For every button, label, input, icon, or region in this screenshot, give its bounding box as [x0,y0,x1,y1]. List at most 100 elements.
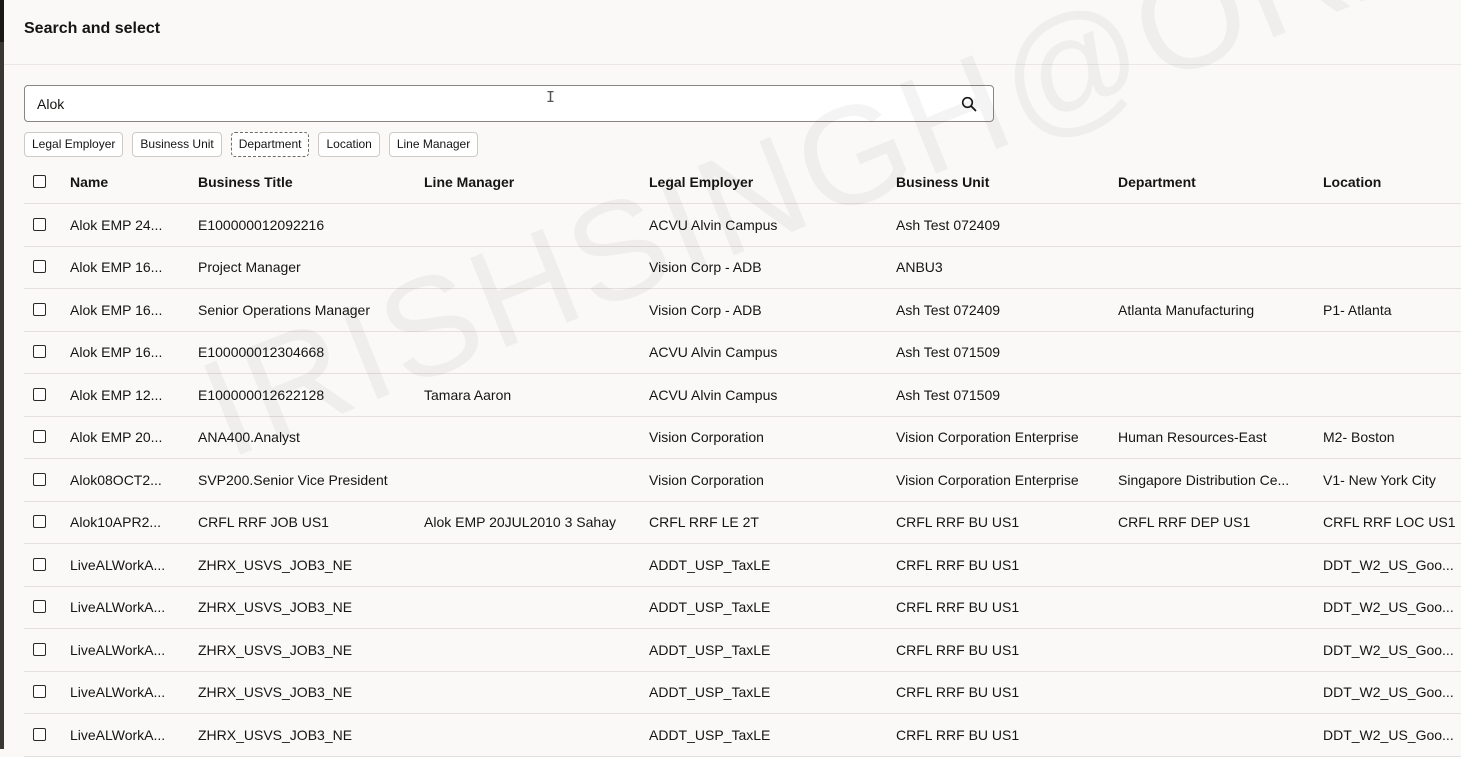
row-checkbox[interactable] [33,515,46,529]
search-input[interactable] [37,94,937,114]
table-row[interactable]: LiveALWorkA... ZHRX_USVS_JOB3_NE ADDT_USP_… [24,672,1461,714]
cell-legal-employer: ACVU Alvin Campus [649,344,778,361]
cell-business-unit: Ash Test 071509 [896,344,1001,361]
cell-business-unit: CRFL RRF BU US1 [896,599,1020,616]
cell-department [1118,629,1318,671]
cell-department: CRFL RRF DEP US1 [1118,514,1251,531]
cell-line-manager [424,204,644,246]
table-header-row: Name Business Title Line Manager Legal E… [24,160,1461,204]
row-checkbox[interactable] [33,302,46,316]
row-checkbox[interactable] [33,557,46,571]
window-edge [0,0,4,749]
dialog-title: Search and select [24,20,161,37]
cell-department: Human Resources-East [1118,429,1267,446]
cell-line-manager: Tamara Aaron [424,386,512,403]
cell-business-unit: CRFL RRF BU US1 [896,556,1020,573]
cell-legal-employer: ADDT_USP_TaxLE [649,726,771,743]
cell-department [1118,587,1318,629]
cell-business-title: SVP200.Senior Vice President [198,471,388,488]
row-checkbox[interactable] [33,472,46,486]
cell-name: LiveALWorkA... [70,641,166,658]
cell-business-unit: CRFL RRF BU US1 [896,726,1020,743]
row-checkbox[interactable] [33,642,46,656]
cell-line-manager [424,587,644,629]
table-row[interactable]: Alok EMP 20... ANA400.Analyst Vision Corpo… [24,417,1461,459]
table-row[interactable]: Alok EMP 16... E100000012304668 ACVU Alvin… [24,332,1461,374]
table-row[interactable]: Alok10APR2... CRFL RRF JOB US1 Alok EMP 20… [24,502,1461,544]
table-row[interactable]: Alok EMP 12... E100000012622128 Tamara Aar… [24,374,1461,417]
cell-name: Alok EMP 16... [70,344,163,361]
cell-business-title: ANA400.Analyst [198,429,300,446]
cell-business-unit: Ash Test 072409 [896,216,1001,233]
filter-chip-department[interactable]: Department [230,132,310,157]
row-checkbox[interactable] [33,685,46,699]
row-checkbox[interactable] [33,217,46,231]
cell-location: DDT_W2_US_Goo... [1323,726,1454,743]
table-row[interactable]: LiveALWorkA... ZHRX_USVS_JOB3_NE ADDT_USP_… [24,629,1461,672]
filter-chip-business-unit[interactable]: Business Unit [132,132,222,157]
row-checkbox[interactable] [33,345,46,359]
cell-business-title: E100000012622128 [198,386,325,403]
cell-line-manager [424,714,644,756]
cell-legal-employer: Vision Corp - ADB [649,259,762,276]
search-icon[interactable] [961,96,977,112]
cell-name: Alok EMP 16... [70,259,163,276]
row-checkbox[interactable] [33,260,46,274]
cell-location [1323,374,1461,416]
column-header-location[interactable]: Location [1323,160,1461,203]
table-row[interactable]: LiveALWorkA... ZHRX_USVS_JOB3_NE ADDT_USP_… [24,544,1461,587]
cell-name: Alok EMP 12... [70,386,163,403]
cell-name: LiveALWorkA... [70,684,166,701]
cell-legal-employer: CRFL RRF LE 2T [649,514,759,531]
cell-business-title: E100000012092216 [198,216,325,233]
cell-department [1118,204,1318,246]
column-header-legal-employer[interactable]: Legal Employer [649,160,889,203]
search-box[interactable] [24,85,994,122]
cell-line-manager [424,247,644,289]
cell-location: DDT_W2_US_Goo... [1323,599,1454,616]
table-row[interactable]: Alok EMP 16... Project Manager Vision Corp… [24,247,1461,289]
cell-business-unit: Ash Test 071509 [896,386,1001,403]
row-checkbox[interactable] [33,727,46,741]
table-row[interactable]: LiveALWorkA... ZHRX_USVS_JOB3_NE ADDT_USP_… [24,587,1461,629]
dialog-header: Search and select [4,0,1461,65]
cell-location [1323,247,1461,289]
cell-location [1323,332,1461,374]
filter-chip-legal-employer[interactable]: Legal Employer [24,132,124,157]
cell-line-manager: Alok EMP 20JUL2010 3 Sahay [424,514,616,531]
cell-line-manager [424,544,644,586]
cell-business-title: CRFL RRF JOB US1 [198,514,329,531]
filter-chip-location[interactable]: Location [318,132,380,157]
table-row[interactable]: Alok EMP 24... E100000012092216 ACVU Alvin… [24,204,1461,247]
cell-legal-employer: Vision Corp - ADB [649,301,762,318]
cell-business-unit: CRFL RRF BU US1 [896,514,1020,531]
table-row[interactable]: Alok EMP 16... Senior Operations Manager V… [24,289,1461,332]
cell-business-unit: Vision Corporation Enterprise [896,429,1079,446]
row-checkbox[interactable] [33,430,46,444]
cell-legal-employer: Vision Corporation [649,471,764,488]
column-header-line-manager[interactable]: Line Manager [424,160,644,203]
column-header-name[interactable]: Name [70,160,190,203]
row-checkbox[interactable] [33,600,46,614]
cell-legal-employer: ADDT_USP_TaxLE [649,641,771,658]
cell-legal-employer: ADDT_USP_TaxLE [649,684,771,701]
table-row[interactable]: Alok08OCT2... SVP200.Senior Vice Presiden… [24,459,1461,502]
cell-name: Alok EMP 20... [70,429,163,446]
column-header-business-title[interactable]: Business Title [198,160,418,203]
select-all-checkbox[interactable] [33,174,46,188]
cell-business-unit: CRFL RRF BU US1 [896,641,1020,658]
cell-department [1118,544,1318,586]
row-checkbox[interactable] [33,387,46,401]
cell-line-manager [424,672,644,714]
cell-location: DDT_W2_US_Goo... [1323,684,1454,701]
column-header-department[interactable]: Department [1118,160,1318,203]
column-header-business-unit[interactable]: Business Unit [896,160,1116,203]
cell-business-title: ZHRX_USVS_JOB3_NE [198,684,353,701]
table-row[interactable]: LiveALWorkA... ZHRX_USVS_JOB3_NE ADDT_USP_… [24,714,1461,757]
filter-chip-line-manager[interactable]: Line Manager [388,132,479,157]
cell-department: Singapore Distribution Ce... [1118,471,1290,488]
cell-location: DDT_W2_US_Goo... [1323,556,1454,573]
cell-business-title: ZHRX_USVS_JOB3_NE [198,641,353,658]
cell-department [1118,714,1318,756]
cell-location: DDT_W2_US_Goo... [1323,641,1454,658]
